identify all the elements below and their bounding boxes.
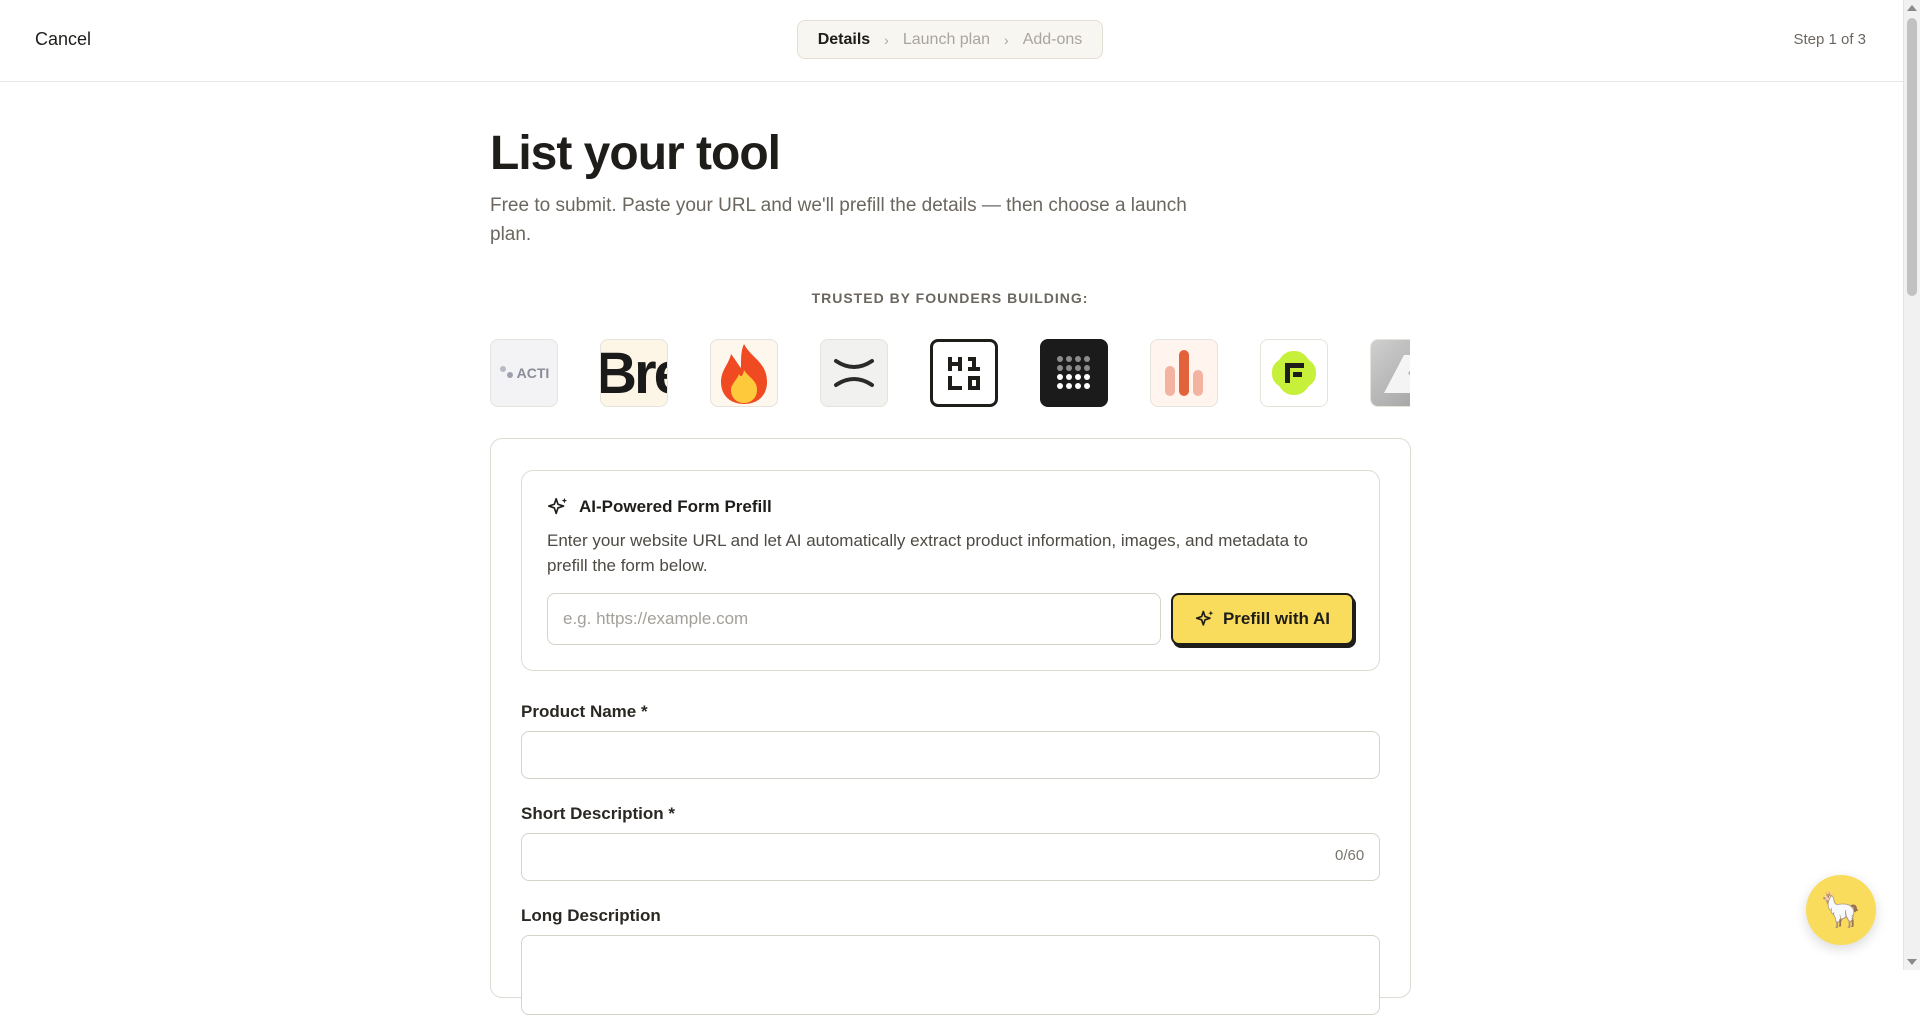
lime-f-logo[interactable]	[1260, 339, 1328, 407]
sparkles-icon	[1195, 610, 1214, 626]
page-title: List your tool	[490, 127, 781, 180]
cross-icon	[834, 359, 874, 387]
bre-logo-text: Bre	[601, 340, 667, 406]
chat-launcher-button[interactable]: 🦙	[1806, 875, 1876, 945]
bar-chart-icon	[1165, 350, 1203, 396]
bar-chart-logo[interactable]	[1150, 339, 1218, 407]
product-name-input[interactable]	[521, 731, 1380, 779]
scroll-up-arrow-icon[interactable]	[1907, 5, 1917, 11]
long-description-textarea[interactable]	[521, 935, 1380, 1015]
ai-prefill-header: AI-Powered Form Prefill	[547, 496, 772, 518]
short-description-label: Short Description *	[521, 804, 675, 823]
ai-prefill-description: Enter your website URL and let AI automa…	[547, 531, 1308, 575]
prefill-with-ai-button[interactable]: Prefill with AI	[1171, 593, 1354, 645]
long-description-label: Long Description	[521, 906, 661, 925]
dots-icon	[499, 366, 513, 378]
fire-logo[interactable]	[710, 339, 778, 407]
dot-grid-icon	[1057, 356, 1090, 389]
chevron-right-icon: ›	[884, 31, 889, 48]
step-add-ons[interactable]: Add-ons	[1023, 31, 1083, 49]
chevron-right-icon: ›	[1004, 31, 1009, 48]
step-details[interactable]: Details	[818, 31, 870, 49]
sparkles-icon	[548, 497, 568, 515]
step-launch-plan[interactable]: Launch plan	[903, 31, 990, 49]
website-url-input[interactable]	[547, 593, 1161, 645]
cancel-button[interactable]: Cancel	[35, 29, 91, 50]
prefill-button-label: Prefill with AI	[1222, 609, 1331, 628]
step-counter: Step 1 of 3	[1793, 31, 1866, 48]
logo-carousel: ACTI Bre	[490, 337, 1410, 410]
pixel-glyph-icon	[948, 357, 980, 390]
ai-prefill-title: AI-Powered Form Prefill	[579, 497, 772, 516]
llama-icon: 🦙	[1819, 891, 1863, 929]
step-progress: Details › Launch plan › Add-ons	[797, 20, 1103, 59]
top-bar: Cancel Details › Launch plan › Add-ons S…	[0, 0, 1903, 82]
dot-grid-logo[interactable]	[1040, 339, 1108, 407]
page-scrollbar[interactable]	[1903, 0, 1920, 970]
flame-icon	[721, 344, 767, 404]
abstract-shape-icon	[1384, 355, 1410, 393]
trusted-by-label: TRUSTED BY FOUNDERS BUILDING:	[811, 290, 1089, 306]
x-cross-logo[interactable]	[820, 339, 888, 407]
acti-logo-text: ACTI	[516, 365, 550, 381]
scroll-down-arrow-icon[interactable]	[1907, 959, 1917, 965]
character-counter: 0/60	[1335, 847, 1365, 864]
page-subtitle: Free to submit. Paste your URL and we'll…	[490, 195, 1187, 245]
bre-logo[interactable]: Bre	[600, 339, 668, 407]
acti-logo[interactable]: ACTI	[490, 339, 558, 407]
short-description-input[interactable]	[521, 833, 1380, 881]
grey-partial-logo[interactable]	[1370, 339, 1410, 407]
f-glyph-icon	[1272, 351, 1316, 395]
product-name-label: Product Name *	[521, 702, 648, 721]
klo-logo[interactable]	[930, 339, 998, 407]
scrollbar-thumb[interactable]	[1907, 18, 1917, 296]
